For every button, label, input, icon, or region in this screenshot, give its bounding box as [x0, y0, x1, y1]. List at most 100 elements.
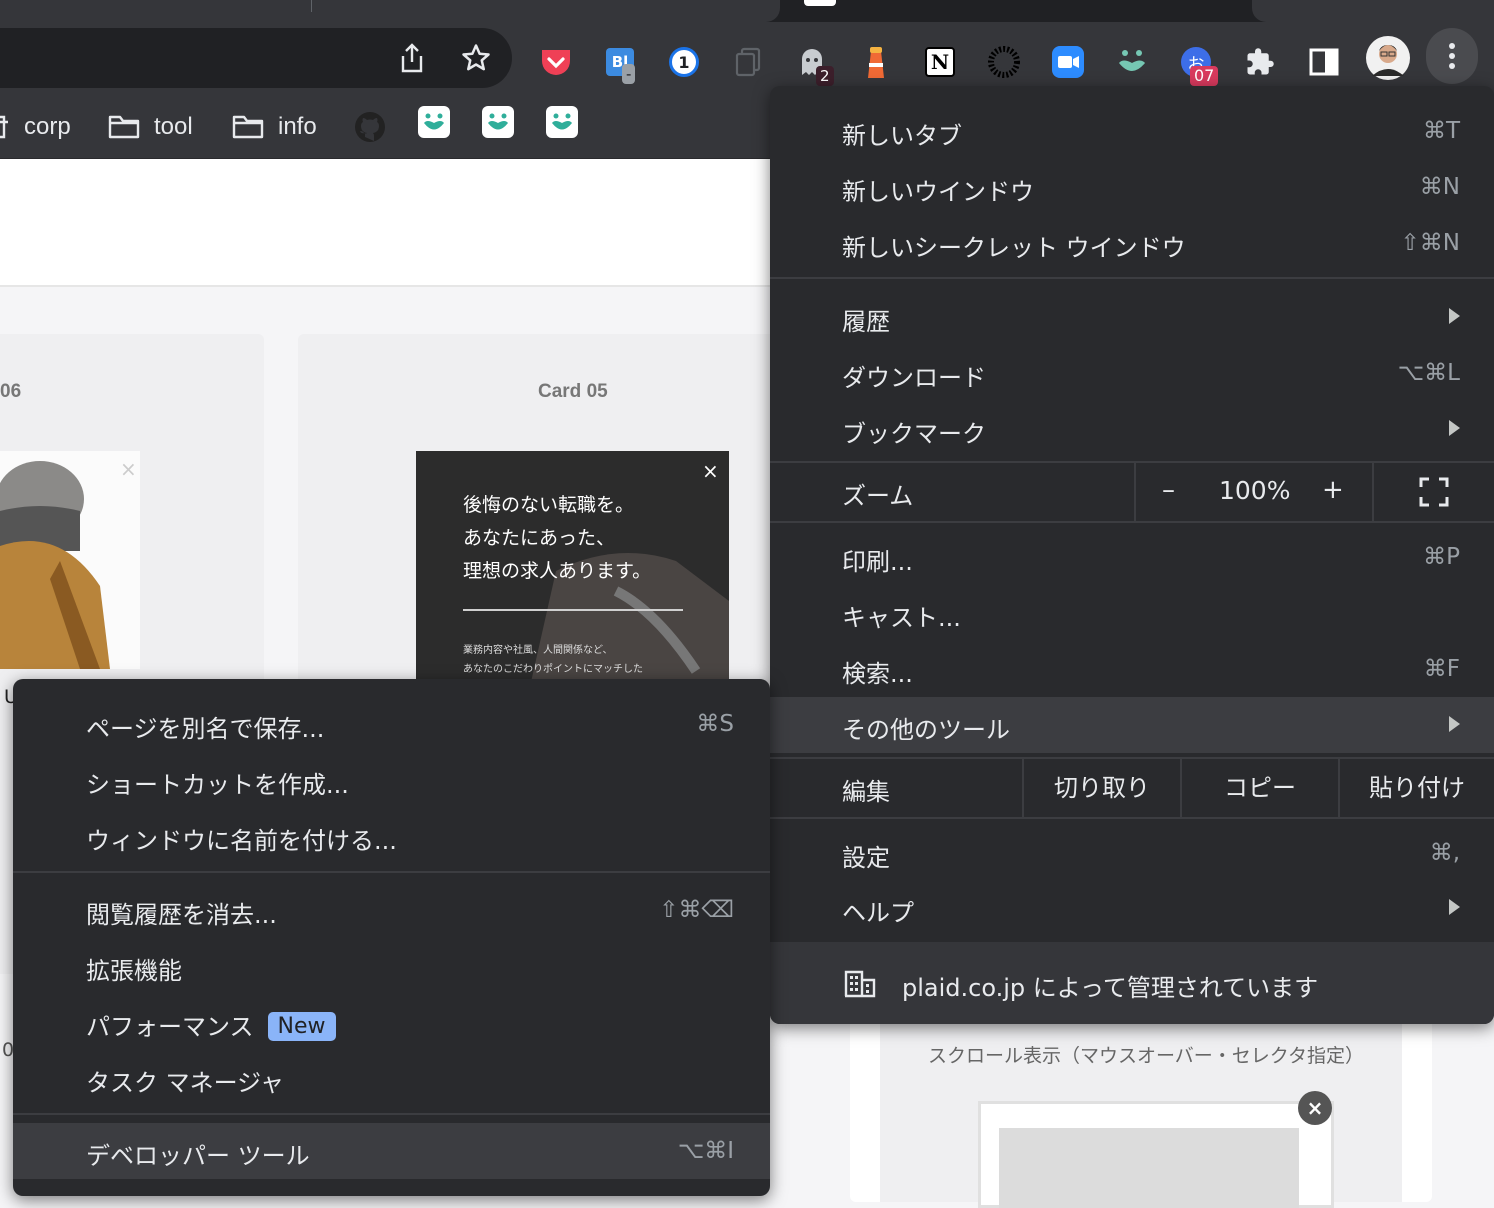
tab-favicon[interactable] [804, 0, 836, 6]
menu-cast-label: キャスト... [842, 604, 961, 632]
notion-icon[interactable]: N [920, 42, 960, 82]
menu-separator [770, 277, 1494, 279]
menu-more-tools[interactable]: その他のツール [770, 697, 1494, 753]
menu-bookmarks[interactable]: ブックマーク [770, 401, 1494, 457]
menu-help[interactable]: ヘルプ [770, 880, 1494, 936]
menu-downloads-label: ダウンロード [842, 364, 986, 392]
menu-new-window[interactable]: 新しいウインドウ ⌘N [770, 159, 1494, 215]
o-extension-icon[interactable]: お 07 [1176, 42, 1219, 86]
submenu-save-as[interactable]: ページを別名で保存... ⌘S [13, 696, 770, 752]
edit-copy-button[interactable]: コピー [1182, 759, 1338, 817]
menu-downloads-shortcut: ⌥⌘L [1397, 360, 1460, 386]
menu-history-label: 履歴 [842, 308, 890, 336]
menu-bookmarks-label: ブックマーク [842, 420, 986, 448]
card-06-title: 06 [0, 381, 22, 402]
copy-extension-icon[interactable] [728, 42, 768, 82]
bookmark-star-icon[interactable] [460, 42, 492, 74]
menu-find-label: 検索... [842, 660, 913, 688]
tab-right[interactable] [1252, 0, 1494, 22]
submenu-create-shortcut-label: ショートカットを作成... [86, 771, 349, 799]
burst-icon[interactable] [984, 42, 1024, 82]
bookmark-karte-1[interactable] [418, 106, 450, 138]
menu-find[interactable]: 検索... ⌘F [770, 641, 1494, 697]
banner-close-icon[interactable]: × [702, 461, 719, 481]
karte-app-icon [424, 113, 444, 130]
scroll-card-placeholder [999, 1128, 1299, 1208]
edit-paste-button[interactable]: 貼り付け [1340, 759, 1494, 817]
puzzle-icon[interactable] [1240, 42, 1280, 82]
menu-print-shortcut: ⌘P [1423, 544, 1460, 570]
kebab-menu-icon[interactable] [1426, 28, 1478, 84]
zoom-in-button[interactable]: + [1322, 475, 1344, 505]
onepassword-icon[interactable]: 1 [664, 42, 704, 82]
submenu-name-window[interactable]: ウィンドウに名前を付ける... [13, 808, 770, 864]
submenu-performance-label: パフォーマンス [86, 1013, 254, 1041]
karte-app-icon [488, 113, 508, 130]
bookmark-karte-3[interactable] [546, 106, 578, 138]
pocket-icon[interactable] [536, 42, 576, 82]
menu-new-tab-label: 新しいタブ [842, 122, 962, 150]
bookmark-label-corp: corp [24, 113, 71, 140]
menu-separator [770, 521, 1494, 523]
submenu-devtools[interactable]: デベロッパー ツール ⌥⌘I [13, 1123, 770, 1179]
menu-find-shortcut: ⌘F [1423, 656, 1460, 682]
submenu-extensions-label: 拡張機能 [86, 957, 182, 985]
chrome-main-menu: 新しいタブ ⌘T 新しいウインドウ ⌘N 新しいシークレット ウインドウ ⇧⌘N… [770, 86, 1494, 1024]
menu-new-tab-shortcut: ⌘T [1422, 118, 1460, 144]
bookmark-label-tool: tool [154, 113, 193, 140]
onepassword-text: 1 [669, 47, 699, 77]
zoom-divider [1134, 463, 1136, 521]
zoom-icon[interactable] [1048, 42, 1088, 82]
profile-avatar[interactable] [1366, 36, 1410, 80]
submenu-name-window-label: ウィンドウに名前を付ける... [86, 827, 397, 855]
menu-settings[interactable]: 設定 ⌘, [770, 825, 1494, 881]
menu-zoom-label: ズーム [842, 482, 914, 510]
submenu-task-manager[interactable]: タスク マネージャ [13, 1050, 770, 1106]
submenu-separator [13, 1113, 770, 1115]
more-tools-submenu: ページを別名で保存... ⌘S ショートカットを作成... ウィンドウに名前を付… [13, 679, 770, 1196]
lighthouse-icon[interactable] [856, 42, 896, 82]
scroll-card-close-icon[interactable]: × [1298, 1091, 1332, 1125]
submenu-save-as-shortcut: ⌘S [696, 711, 734, 737]
fullscreen-icon[interactable] [1419, 477, 1449, 511]
submenu-arrow-icon [1449, 420, 1460, 436]
menu-edit-label: 編集 [842, 778, 890, 806]
submenu-extensions[interactable]: 拡張機能 [13, 938, 770, 994]
zoom-value: 100% [1219, 476, 1291, 505]
card-06-close-icon[interactable]: × [120, 459, 137, 479]
menu-incognito[interactable]: 新しいシークレット ウインドウ ⇧⌘N [770, 215, 1494, 271]
menu-cast[interactable]: キャスト... [770, 585, 1494, 641]
card-05-title: Card 05 [538, 381, 608, 402]
menu-incognito-label: 新しいシークレット ウインドウ [842, 234, 1186, 262]
address-bar[interactable] [0, 28, 512, 88]
bookmark-folder-info[interactable]: info [232, 106, 317, 148]
scroll-card-frame [978, 1101, 1334, 1208]
karte-icon[interactable] [1112, 42, 1152, 82]
menu-print-label: 印刷... [842, 548, 913, 576]
bookmark-karte-2[interactable] [482, 106, 514, 138]
side-panel-icon[interactable] [1304, 42, 1344, 82]
edit-cut-button[interactable]: 切り取り [1024, 759, 1180, 817]
bl-extension-icon[interactable]: Bl - [600, 42, 640, 84]
ghostery-icon[interactable]: 2 [792, 42, 834, 86]
menu-managed-by[interactable]: plaid.co.jp によって管理されています [770, 942, 1494, 1024]
tab-divider [311, 0, 312, 12]
menu-new-tab[interactable]: 新しいタブ ⌘T [770, 103, 1494, 159]
menu-print[interactable]: 印刷... ⌘P [770, 529, 1494, 585]
managed-label: plaid.co.jp によって管理されています [902, 974, 1319, 1002]
bookmark-folder-tool[interactable]: tool [108, 106, 193, 148]
karte-app-icon [552, 113, 572, 130]
card-05-banner[interactable]: 後悔のない転職を。 あなたにあった、 理想の求人あります。 業務内容や社風、人間… [416, 451, 729, 691]
submenu-create-shortcut[interactable]: ショートカットを作成... [13, 752, 770, 808]
share-icon[interactable] [396, 42, 428, 74]
zoom-out-button[interactable]: – [1162, 475, 1175, 505]
new-badge: New [267, 1012, 336, 1041]
submenu-performance[interactable]: パフォーマンス New [13, 994, 770, 1050]
menu-history[interactable]: 履歴 [770, 289, 1494, 345]
submenu-clear-data[interactable]: 閲覧履歴を消去... ⇧⌘⌫ [13, 882, 770, 938]
submenu-task-manager-label: タスク マネージャ [86, 1069, 284, 1097]
bookmark-github[interactable] [354, 106, 386, 148]
menu-downloads[interactable]: ダウンロード ⌥⌘L [770, 345, 1494, 401]
bookmark-folder-corp[interactable]: corp [0, 106, 71, 148]
tab-active-left[interactable] [0, 0, 780, 22]
